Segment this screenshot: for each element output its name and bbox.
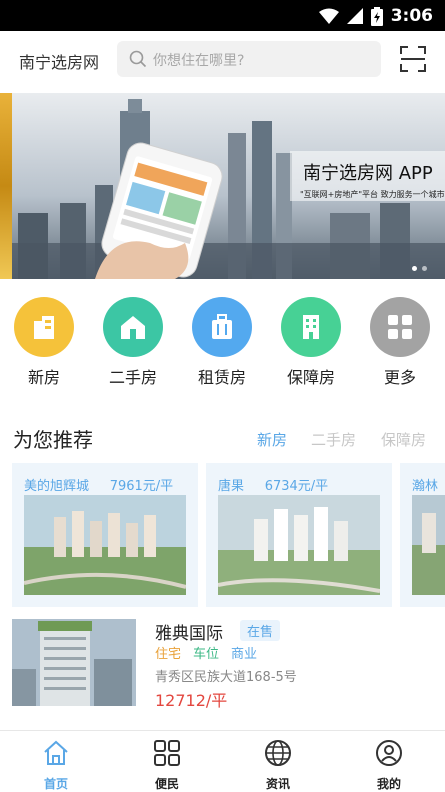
user-icon	[376, 740, 402, 766]
bottom-nav: 首页 便民 资讯 我的	[0, 730, 445, 792]
nav-label: 我的	[376, 777, 401, 791]
listing-name: 雅典国际	[155, 624, 223, 644]
tag-residential: 住宅	[155, 647, 182, 662]
category-new-house[interactable]: 新房	[4, 297, 84, 388]
category-label: 二手房	[108, 368, 157, 387]
card-name: 瀚林	[412, 479, 439, 494]
banner-title: 南宁选房网 APP	[303, 163, 433, 184]
grid-icon	[154, 740, 180, 766]
house-icon	[121, 316, 145, 339]
recommend-card[interactable]: 瀚林	[400, 463, 445, 607]
nav-label: 资讯	[265, 777, 290, 791]
nav-services[interactable]: 便民	[127, 739, 207, 792]
status-bar: 3:06	[0, 0, 445, 31]
card-name: 美的旭辉城	[24, 479, 90, 494]
suitcase-icon	[212, 314, 232, 339]
promo-banner[interactable]: 南宁选房网 APP "互联网+房地产"平台 致力服务一个城市	[0, 93, 445, 279]
nav-profile[interactable]: 我的	[349, 739, 429, 792]
category-icon-bg	[103, 297, 163, 357]
listing-address: 青秀区民族大道168-5号	[155, 670, 297, 685]
building-icon	[34, 316, 54, 339]
listing-price: 12712/平	[155, 691, 228, 710]
banner-subtitle: "互联网+房地产"平台 致力服务一个城市	[300, 190, 445, 199]
globe-icon	[265, 740, 291, 766]
category-icon-bg	[281, 297, 341, 357]
category-affordable[interactable]: 保障房	[271, 297, 351, 388]
clock: 3:06	[390, 6, 433, 26]
app-header: 南宁选房网 你想住在哪里?	[0, 31, 445, 89]
card-image	[412, 495, 445, 595]
card-price: 6734元/平	[264, 479, 329, 494]
banner-image	[0, 93, 445, 279]
recommend-card[interactable]: 美的旭辉城 7961元/平	[12, 463, 198, 607]
category-rental[interactable]: 租赁房	[182, 297, 262, 388]
pagination-dot-1	[412, 266, 417, 271]
card-image	[24, 495, 186, 595]
status-badge: 在售	[240, 620, 281, 641]
search-input[interactable]: 你想住在哪里?	[117, 41, 381, 77]
signal-icon	[346, 8, 363, 24]
category-second-hand[interactable]: 二手房	[93, 297, 173, 388]
nav-news[interactable]: 资讯	[238, 739, 318, 792]
card-name: 唐果	[218, 479, 245, 494]
tab-second-hand[interactable]: 二手房	[311, 429, 356, 450]
tag-commercial: 商业	[231, 647, 258, 662]
card-caption: 瀚林	[412, 475, 438, 494]
category-icon-bg	[370, 297, 430, 357]
banner-pagination	[412, 266, 427, 271]
tab-affordable[interactable]: 保障房	[381, 429, 426, 450]
card-caption: 美的旭辉城 7961元/平	[24, 475, 173, 494]
recommend-title: 为您推荐	[13, 428, 93, 452]
category-row: 新房 二手房 租赁房 保障房 更多	[0, 297, 445, 389]
search-placeholder: 你想住在哪里?	[153, 53, 245, 69]
category-label: 租赁房	[197, 368, 246, 387]
wifi-icon	[318, 8, 339, 24]
recommend-card[interactable]: 唐果 6734元/平	[206, 463, 392, 607]
nav-label: 首页	[43, 777, 68, 791]
banner-edge	[0, 93, 12, 279]
grid-icon	[388, 315, 412, 339]
recommend-carousel[interactable]: 美的旭辉城 7961元/平 唐果 6734元/平 瀚林	[0, 463, 445, 608]
card-caption: 唐果 6734元/平	[218, 475, 328, 494]
search-icon	[129, 50, 147, 68]
recommend-header: 为您推荐 新房 二手房 保障房	[0, 424, 445, 454]
category-icon-bg	[192, 297, 252, 357]
listing-item[interactable]: 雅典国际 在售 住宅 车位 商业 青秀区民族大道168-5号 12712/平	[0, 619, 445, 719]
listing-tags: 住宅 车位 商业	[155, 643, 257, 662]
card-price: 7961元/平	[109, 479, 174, 494]
battery-charging-icon	[370, 6, 383, 26]
pagination-dot-2	[422, 266, 427, 271]
category-icon-bg	[14, 297, 74, 357]
category-label: 新房	[27, 368, 60, 387]
category-more[interactable]: 更多	[360, 297, 440, 388]
scan-icon[interactable]	[400, 46, 426, 72]
brand-title: 南宁选房网	[19, 53, 100, 72]
tab-new-house[interactable]: 新房	[257, 429, 287, 450]
category-label: 保障房	[286, 368, 335, 387]
status-icons: 3:06	[318, 6, 433, 26]
home-icon	[44, 740, 68, 765]
nav-home[interactable]: 首页	[16, 739, 96, 792]
category-label: 更多	[383, 368, 416, 387]
apartment-icon	[303, 315, 319, 339]
nav-label: 便民	[154, 777, 179, 791]
card-image	[218, 495, 380, 595]
tag-parking: 车位	[193, 647, 220, 662]
listing-thumbnail	[12, 619, 136, 706]
